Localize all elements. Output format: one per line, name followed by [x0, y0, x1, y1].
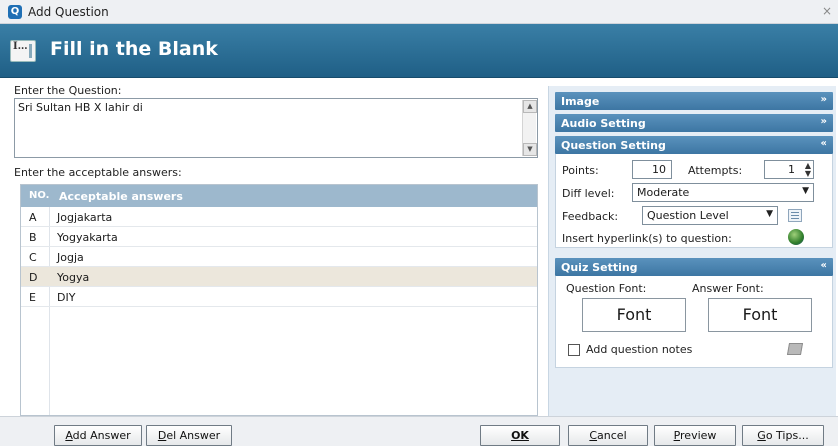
quiz-setting-panel-header[interactable]: Quiz Setting « — [555, 258, 833, 276]
points-input[interactable]: 10 — [632, 160, 672, 179]
hyperlink-label: Insert hyperlink(s) to question: — [562, 232, 732, 245]
question-editor: Enter the Question: Sri Sultan HB X lahi… — [14, 78, 538, 416]
question-setting-title: Question Setting — [561, 139, 666, 152]
question-type-title: Fill in the Blank — [50, 38, 218, 60]
audio-panel-title: Audio Setting — [561, 117, 646, 130]
globe-icon[interactable] — [788, 229, 804, 245]
feedback-label: Feedback: — [562, 210, 619, 223]
image-panel-title: Image — [561, 95, 600, 108]
row-answer: DIY — [57, 291, 76, 304]
image-panel-header[interactable]: Image » — [555, 92, 833, 110]
row-number: D — [29, 271, 38, 284]
answers-table: NO. Acceptable answers A Jogjakarta B Yo… — [20, 184, 538, 416]
app-logo-icon: Q — [8, 5, 22, 19]
audio-panel-header[interactable]: Audio Setting » — [555, 114, 833, 132]
collapse-chevron-icon: « — [820, 138, 827, 149]
collapse-chevron-icon: « — [820, 260, 827, 271]
points-label: Points: — [562, 164, 599, 177]
row-answer: Yogyakarta — [57, 231, 118, 244]
table-row[interactable]: B Yogyakarta — [21, 227, 537, 247]
close-button[interactable]: × — [820, 4, 834, 18]
row-number: B — [29, 231, 37, 244]
row-number: C — [29, 251, 37, 264]
preview-button[interactable]: Preview — [654, 425, 736, 446]
table-row[interactable]: A Jogjakarta — [21, 207, 537, 227]
add-notes-label: Add question notes — [586, 343, 693, 356]
quiz-setting-body: Question Font: Answer Font: Font Font Ad… — [555, 276, 833, 368]
title-bar: Q Add Question × — [0, 0, 838, 24]
fill-in-blank-icon: I… — [10, 40, 36, 62]
window-title: Add Question — [28, 5, 109, 19]
quiz-setting-title: Quiz Setting — [561, 261, 638, 274]
add-notes-checkbox[interactable] — [568, 344, 580, 356]
answer-font-label: Answer Font: — [692, 282, 764, 295]
diff-level-label: Diff level: — [562, 187, 615, 200]
scroll-down-button[interactable]: ▼ — [523, 143, 537, 156]
del-answer-button[interactable]: Del Answer — [146, 425, 232, 446]
question-setting-panel-header[interactable]: Question Setting « — [555, 136, 833, 154]
question-text: Sri Sultan HB X lahir di — [18, 101, 143, 114]
cancel-button[interactable]: Cancel — [568, 425, 648, 446]
row-answer: Jogjakarta — [57, 211, 113, 224]
row-answer: Jogja — [57, 251, 84, 264]
table-row[interactable]: C Jogja — [21, 247, 537, 267]
expand-chevron-icon: » — [820, 116, 827, 127]
go-tips-button[interactable]: Go Tips... — [742, 425, 824, 446]
question-font-label: Question Font: — [566, 282, 647, 295]
settings-sidebar: Image » Audio Setting » Question Setting… — [548, 86, 836, 416]
row-number: E — [29, 291, 36, 304]
row-number: A — [29, 211, 37, 224]
question-label: Enter the Question: — [14, 84, 122, 97]
attempts-value: 1 — [788, 163, 795, 176]
feedback-select[interactable]: Question Level ▼ — [642, 206, 778, 225]
points-value: 10 — [652, 163, 666, 176]
feedback-value: Question Level — [647, 209, 729, 222]
question-setting-body: Points: 10 Attempts: 1 ▲ ▼ Diff level: Mo… — [555, 154, 833, 248]
question-font-button[interactable]: Font — [582, 298, 686, 332]
diff-level-value: Moderate — [637, 186, 690, 199]
answers-label: Enter the acceptable answers: — [14, 166, 182, 179]
answer-font-button[interactable]: Font — [708, 298, 812, 332]
question-scrollbar[interactable]: ▲ ▼ — [522, 100, 537, 156]
column-header-no: NO. — [29, 190, 50, 201]
diff-level-select[interactable]: Moderate ▼ — [632, 183, 814, 202]
ok-button[interactable]: OK — [480, 425, 560, 446]
notes-icon[interactable] — [786, 343, 804, 355]
column-header-answers: Acceptable answers — [59, 190, 183, 203]
add-answer-button[interactable]: Add Answer — [54, 425, 142, 446]
table-row[interactable]: E DIY — [21, 287, 537, 307]
question-input[interactable]: Sri Sultan HB X lahir di ▲ ▼ — [14, 98, 538, 158]
table-row-selected[interactable]: D Yogya — [21, 267, 537, 287]
dropdown-arrow-icon: ▼ — [766, 209, 773, 219]
bottom-button-bar: Add Answer Del Answer OK Cancel Preview … — [0, 416, 838, 446]
feedback-list-icon[interactable] — [788, 209, 802, 222]
attempts-stepper[interactable]: 1 ▲ ▼ — [764, 160, 814, 179]
attempts-label: Attempts: — [688, 164, 743, 177]
scroll-up-button[interactable]: ▲ — [523, 100, 537, 113]
row-answer: Yogya — [57, 271, 90, 284]
expand-chevron-icon: » — [820, 94, 827, 105]
question-type-banner: I… Fill in the Blank — [0, 24, 838, 78]
spinner-arrows-icon[interactable]: ▲ ▼ — [805, 162, 811, 178]
dropdown-arrow-icon: ▼ — [802, 186, 809, 196]
answers-table-header: NO. Acceptable answers — [21, 185, 537, 207]
